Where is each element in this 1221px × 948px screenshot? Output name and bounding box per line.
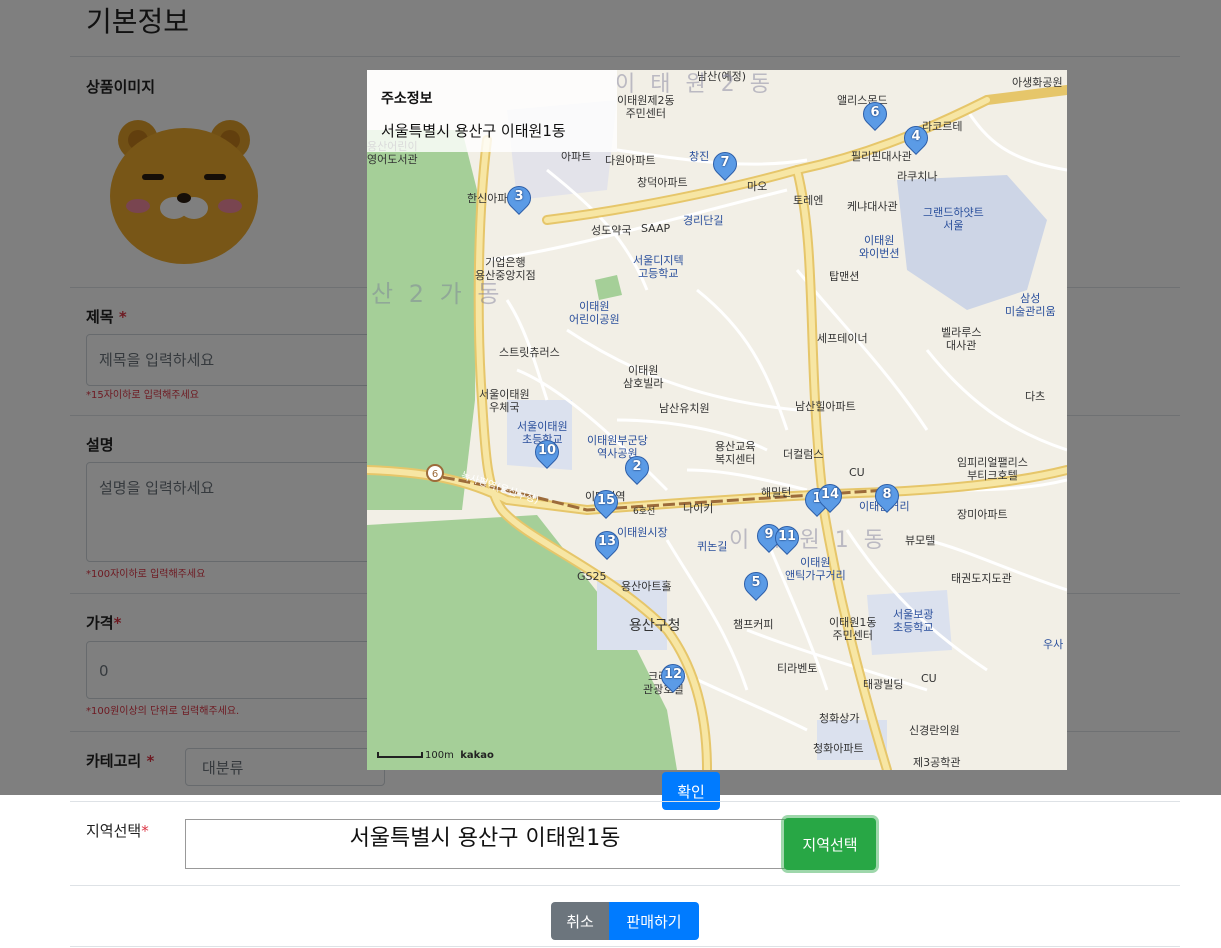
map-label: 서울이태원 우체국 bbox=[479, 388, 530, 414]
map-label: 기업은행 용산중앙지점 bbox=[475, 256, 536, 282]
map-label: 서울보광 초등학교 bbox=[893, 608, 934, 634]
region-input[interactable]: 서울특별시 용산구 이태원1동 bbox=[185, 819, 785, 869]
map-label: 경리단길 bbox=[683, 214, 724, 227]
address-info-window: 주소정보 서울특별시 용산구 이태원1동 bbox=[367, 70, 617, 152]
map-label: 티라벤토 bbox=[777, 662, 818, 675]
map-label: 이태원 와이번션 bbox=[859, 234, 900, 260]
address-info-title: 주소정보 bbox=[381, 91, 433, 107]
map-label: 아생화공원 bbox=[1012, 76, 1063, 89]
divider bbox=[70, 885, 1180, 886]
map-label: 창덕아파트 bbox=[637, 176, 688, 189]
map-marker[interactable]: 6 bbox=[858, 97, 892, 136]
map-label: 탑맨션 bbox=[829, 270, 860, 283]
map-label: 라쿠치나 bbox=[897, 170, 938, 183]
map-label: 청화아파트 bbox=[813, 742, 864, 755]
map-label: 필리핀대사관 bbox=[851, 150, 912, 163]
map-label: 라코르테 bbox=[922, 120, 963, 133]
map-marker[interactable]: 4 bbox=[899, 121, 933, 160]
map-label: 용산아트홀 bbox=[621, 580, 672, 593]
map-label: 토레엔 bbox=[793, 194, 824, 207]
map-label: 마오 bbox=[747, 180, 768, 193]
map-marker[interactable]: 3 bbox=[502, 181, 536, 220]
map-label: 서울디지텍 고등학교 bbox=[633, 254, 684, 280]
map-label: 태권도지도관 bbox=[951, 572, 1012, 585]
svg-text:6: 6 bbox=[432, 469, 438, 480]
map-label: 이태원 어린이공원 bbox=[569, 300, 620, 326]
map-label: 청화상가 bbox=[819, 712, 860, 725]
map-label: 신경란의원 bbox=[909, 724, 960, 737]
map-label: 케냐대사관 bbox=[847, 200, 898, 213]
map-view[interactable]: 6 남산(예정) 이태원제2동 주민센터 앨리스몬드 라코르테 아생화공원 용산… bbox=[367, 70, 1067, 770]
address-info-text: 서울특별시 용산구 이태원1동 bbox=[381, 122, 566, 140]
map-marker[interactable]: 15 bbox=[589, 485, 623, 524]
map-label: 챔프커피 bbox=[733, 618, 774, 631]
divider bbox=[70, 946, 1180, 947]
map-label: 6호선 bbox=[633, 507, 656, 517]
map-label: 장미아파트 bbox=[957, 508, 1008, 521]
map-label: CU bbox=[849, 466, 865, 479]
map-label: 성도약국 bbox=[591, 224, 632, 237]
cancel-button[interactable]: 취소 bbox=[551, 902, 609, 940]
map-marker[interactable]: 5 bbox=[739, 567, 773, 606]
map-label: 스트릿츄러스 bbox=[499, 346, 560, 359]
map-label: 나이키 bbox=[683, 502, 714, 515]
map-marker[interactable]: 13 bbox=[590, 526, 624, 565]
map-marker[interactable]: 2 bbox=[620, 451, 654, 490]
map-marker[interactable]: 7 bbox=[708, 147, 742, 186]
map-marker[interactable]: 14 bbox=[813, 479, 847, 518]
map-marker[interactable]: 11 bbox=[770, 521, 804, 560]
map-label: 벨라루스 대사관 bbox=[941, 326, 982, 352]
region-label: 지역선택* bbox=[86, 822, 149, 840]
map-label: 태광빌딩 bbox=[863, 678, 904, 691]
map-label: 세프테이너 bbox=[817, 332, 868, 345]
map-label: 제3공학관 bbox=[913, 756, 961, 769]
map-marker[interactable]: 10 bbox=[530, 435, 564, 474]
map-marker[interactable]: 8 bbox=[870, 479, 904, 518]
map-label: 임피리얼팰리스 부티크호텔 bbox=[957, 456, 1028, 482]
confirm-button[interactable]: 확인 bbox=[662, 772, 720, 810]
map-label: 이태원제2동 주민센터 bbox=[617, 94, 675, 120]
map-label: 다원아파트 bbox=[605, 154, 656, 167]
map-scale: 100m kakao bbox=[377, 750, 494, 761]
map-district-label: 이 태 원 1 동 bbox=[729, 528, 888, 553]
map-label: 남산힐아파트 bbox=[795, 400, 856, 413]
map-label: 그랜드하얏트 서울 bbox=[923, 206, 984, 232]
submit-button[interactable]: 판매하기 bbox=[609, 902, 699, 940]
map-label: 이태원 삼호빌라 bbox=[623, 364, 664, 390]
page: { "form": { "section_title": "기본정보", "im… bbox=[0, 0, 1221, 948]
map-label: 삼성 미술관리움 bbox=[1005, 292, 1056, 318]
region-select-button[interactable]: 지역선택 bbox=[784, 818, 876, 870]
map-label: 퀴논길 bbox=[697, 540, 728, 553]
map-label: CU bbox=[921, 672, 937, 685]
map-label: 창진 bbox=[689, 150, 710, 163]
map-marker[interactable]: 12 bbox=[656, 659, 690, 698]
map-label: 이태원시장 bbox=[617, 526, 668, 539]
map-label: 우사 bbox=[1043, 638, 1064, 651]
map-label: 용산교육 복지센터 bbox=[715, 440, 756, 466]
map-label: SAAP bbox=[641, 222, 671, 235]
map-label: 해밀턴 bbox=[761, 486, 792, 499]
map-label: 이태원1동 주민센터 bbox=[829, 616, 877, 642]
map-label: 뷰모텔 bbox=[905, 534, 936, 547]
map-label: 용산구청 bbox=[629, 618, 681, 634]
map-district-label: 산 2 가 동 bbox=[371, 280, 504, 308]
map-label: 남산유치원 bbox=[659, 402, 710, 415]
map-label: 더컬럼스 bbox=[783, 448, 824, 461]
divider bbox=[70, 801, 1180, 802]
map-label: 다츠 bbox=[1025, 390, 1046, 403]
map-district-label: 이 태 원 2 동 bbox=[615, 72, 774, 97]
map-label: GS25 bbox=[577, 570, 607, 583]
